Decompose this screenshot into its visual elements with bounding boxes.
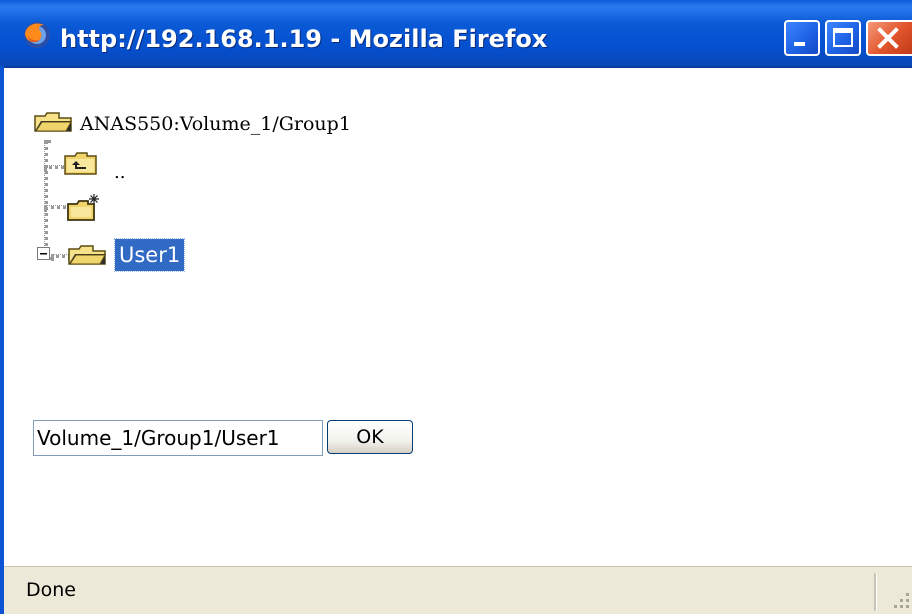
tree-root-label[interactable]: ANAS550:Volume_1/Group1: [80, 113, 351, 135]
tree-item-label[interactable]: ..: [114, 162, 125, 183]
resize-grip-icon[interactable]: [888, 587, 912, 611]
close-icon: [877, 27, 899, 49]
new-folder-icon[interactable]: [66, 192, 102, 222]
collapse-minus-icon[interactable]: [37, 247, 51, 261]
status-divider: [874, 573, 877, 611]
minimize-button[interactable]: [784, 20, 820, 56]
status-bar: Done: [4, 566, 912, 614]
tree-connector: [44, 140, 48, 260]
window-title: http://192.168.1.19 - Mozilla Firefox: [60, 25, 548, 53]
firefox-icon: [24, 22, 50, 48]
open-folder-icon: [34, 112, 72, 132]
title-bar[interactable]: http://192.168.1.19 - Mozilla Firefox: [0, 0, 912, 68]
ok-button[interactable]: OK: [327, 420, 413, 454]
tree-item-selected[interactable]: User1: [113, 238, 186, 272]
folder-up-icon[interactable]: [64, 152, 98, 176]
close-button[interactable]: [866, 20, 912, 56]
status-text: Done: [26, 579, 76, 601]
maximize-button[interactable]: [825, 20, 861, 56]
maximize-icon: [833, 28, 853, 47]
path-input[interactable]: Volume_1/Group1/User1: [33, 420, 323, 456]
window-border: [0, 66, 4, 614]
folder-icon[interactable]: [67, 243, 107, 267]
browser-window: http://192.168.1.19 - Mozilla Firefox AN…: [0, 0, 912, 614]
minimize-icon: [794, 42, 805, 46]
